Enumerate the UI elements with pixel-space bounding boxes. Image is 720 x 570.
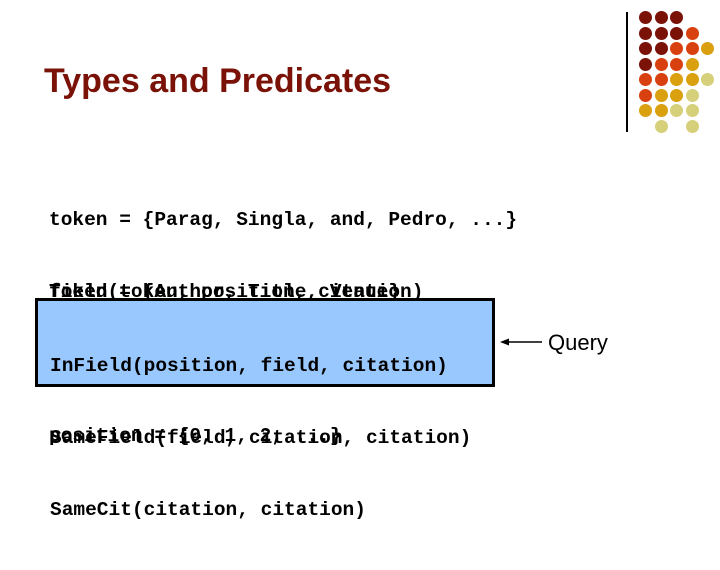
query-predicates-box: InField(position, field, citation) SameF… bbox=[35, 298, 495, 521]
predicate-samecit: SameCit(citation, citation) bbox=[50, 499, 366, 521]
decorative-dot bbox=[670, 42, 683, 55]
decorative-dot bbox=[685, 104, 699, 117]
predicate-infield: InField(position, field, citation) bbox=[50, 355, 448, 377]
decorative-dot bbox=[654, 119, 668, 133]
decorative-dot bbox=[701, 73, 714, 86]
decorative-dot bbox=[670, 26, 683, 40]
slide-title: Types and Predicates bbox=[44, 62, 392, 100]
decorative-dot bbox=[639, 42, 652, 55]
decorative-dot bbox=[670, 104, 683, 117]
decorative-dot bbox=[639, 88, 652, 102]
query-label: Query bbox=[548, 330, 608, 355]
decorative-dot bbox=[685, 119, 699, 133]
decorative-dot bbox=[639, 73, 652, 86]
decorative-dot bbox=[670, 73, 683, 86]
decorative-dot bbox=[685, 88, 699, 102]
decorative-dot bbox=[685, 42, 699, 55]
decorative-dot bbox=[670, 57, 683, 71]
predicate-samefield: SameField(field, citation, citation) bbox=[50, 427, 472, 449]
decorative-dot bbox=[654, 57, 668, 71]
decorative-dot bbox=[639, 104, 652, 117]
decorative-dot bbox=[685, 73, 699, 86]
decorative-dot bbox=[685, 57, 699, 71]
decorative-dot bbox=[654, 73, 668, 86]
decorative-dot bbox=[654, 88, 668, 102]
decorative-dot bbox=[639, 57, 652, 71]
decorative-dot bbox=[685, 26, 699, 40]
decorative-dot bbox=[639, 11, 652, 24]
decorative-dot bbox=[639, 26, 652, 40]
arrow-left-icon bbox=[500, 338, 542, 346]
decorative-dot bbox=[654, 42, 668, 55]
decorative-dot bbox=[654, 11, 668, 24]
decorative-dot bbox=[670, 88, 683, 102]
type-definition-token: token = {Parag, Singla, and, Pedro, ...} bbox=[49, 209, 518, 231]
decorative-dot bbox=[701, 42, 714, 55]
decorative-dot bbox=[670, 11, 683, 24]
decorative-dot bbox=[654, 26, 668, 40]
decorative-dot bbox=[654, 104, 668, 117]
